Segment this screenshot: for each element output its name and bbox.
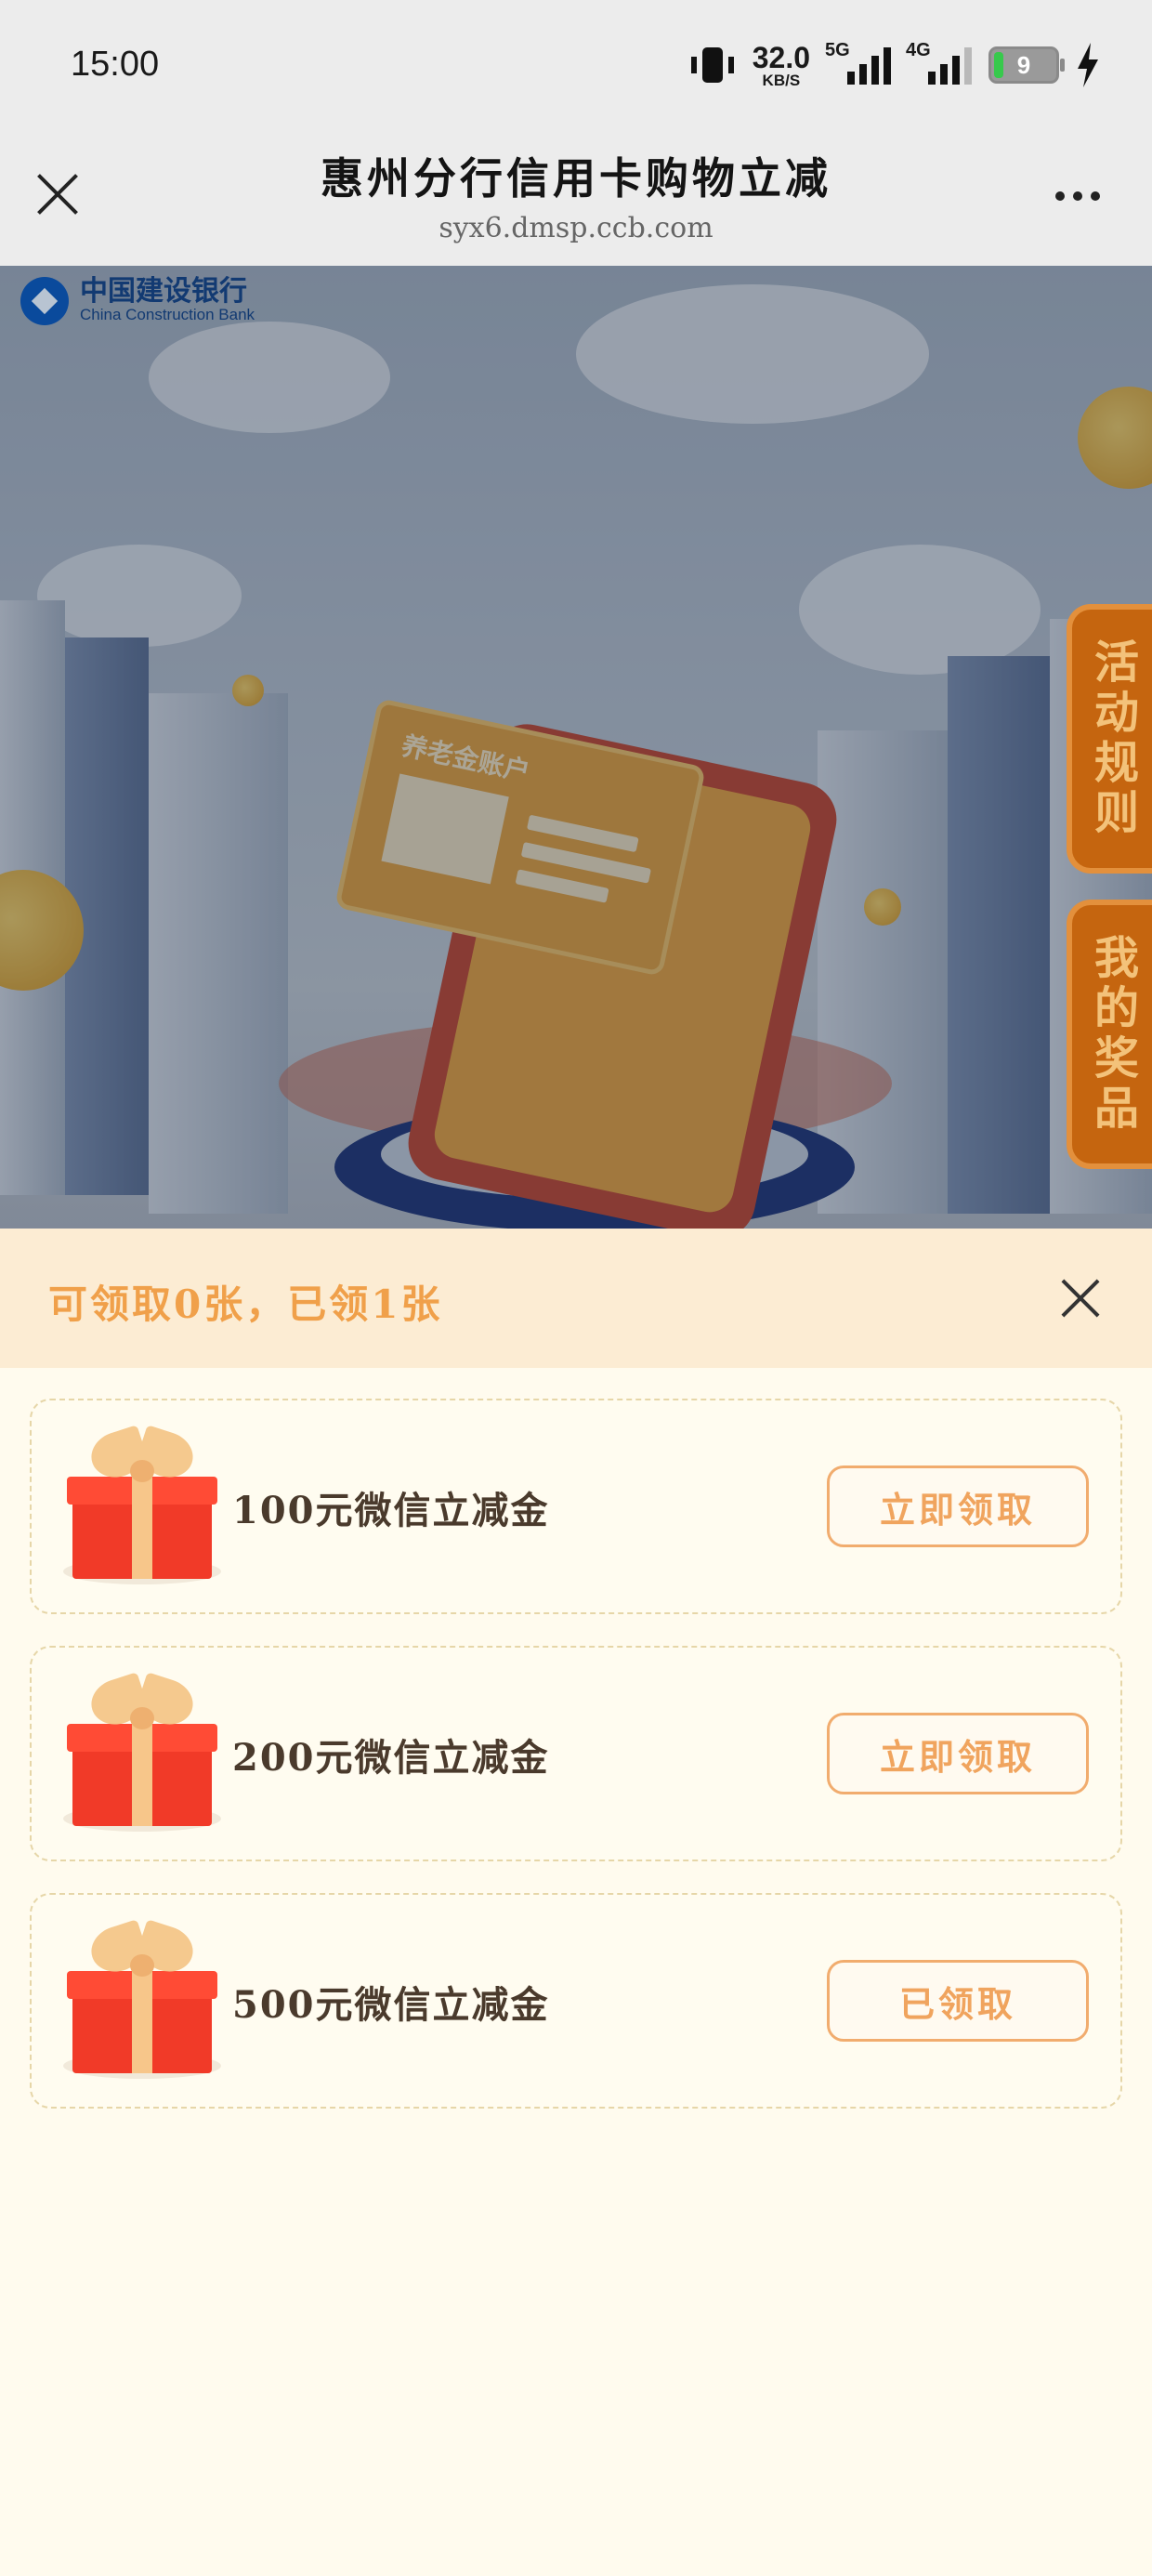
- ccb-logo-en: China Construction Bank: [80, 306, 255, 323]
- signal-5g-icon: 5G: [825, 40, 891, 85]
- page-url: syx6.dmsp.ccb.com: [439, 212, 713, 244]
- coupon-name: 500元微信立减金: [232, 1983, 550, 2027]
- signal-4g-label: 4G: [906, 40, 931, 60]
- browser-header: 惠州分行信用卡购物立减 syx6.dmsp.ccb.com: [0, 132, 1152, 266]
- network-speed: 32.0 KB/S: [753, 43, 810, 88]
- claim-status-text: 可领取0张，已领1张: [48, 1281, 443, 1327]
- claimed-button[interactable]: 已领取: [827, 1960, 1089, 2042]
- signal-4g-icon: 4G: [906, 40, 972, 85]
- gift-box-icon: [63, 1919, 221, 2081]
- activity-rules-tab[interactable]: 活动规则: [1067, 604, 1152, 874]
- activity-rules-label: 活动规则: [1086, 638, 1138, 839]
- coupon-name: 100元微信立减金: [232, 1489, 550, 1532]
- battery-icon: 9: [988, 46, 1065, 84]
- ccb-logo-icon: [20, 277, 69, 325]
- charging-icon: [1078, 43, 1098, 87]
- coupon-item: 200元微信立减金 立即领取: [30, 1646, 1122, 1861]
- promo-banner: 养老金账户 中国建设银行 China Construction Bank 活动规…: [0, 266, 1152, 1229]
- status-icons: 32.0 KB/S 5G 4G 9: [689, 37, 1100, 93]
- page-title: 惠州分行信用卡购物立减: [321, 153, 831, 204]
- ccb-logo: 中国建设银行 China Construction Bank: [20, 277, 255, 325]
- claim-status-bar: 可领取0张，已领1张: [0, 1229, 1152, 1368]
- my-prizes-label: 我的奖品: [1086, 934, 1138, 1135]
- my-prizes-tab[interactable]: 我的奖品: [1067, 900, 1152, 1169]
- ccb-logo-cn: 中国建设银行: [80, 275, 247, 308]
- coupon-list: 100元微信立减金 立即领取 200元微信立减金 立即领取 500元微信立减金 …: [30, 1399, 1122, 2140]
- battery-level: 9: [1016, 50, 1031, 79]
- gift-box-icon: [63, 1672, 221, 1833]
- vibrate-icon: [689, 42, 736, 88]
- network-speed-unit: KB/S: [762, 71, 801, 89]
- coupon-name: 200元微信立减金: [232, 1736, 550, 1780]
- gift-box-icon: [63, 1425, 221, 1586]
- close-icon[interactable]: [1061, 1279, 1100, 1318]
- claim-button[interactable]: 立即领取: [827, 1465, 1089, 1547]
- claim-button[interactable]: 立即领取: [827, 1713, 1089, 1794]
- status-time: 15:00: [71, 45, 160, 84]
- more-menu-icon[interactable]: [1055, 191, 1100, 201]
- coupon-item: 500元微信立减金 已领取: [30, 1893, 1122, 2109]
- coupon-item: 100元微信立减金 立即领取: [30, 1399, 1122, 1614]
- network-speed-value: 32.0: [752, 40, 810, 74]
- status-bar: 15:00 32.0 KB/S 5G 4G 9: [0, 0, 1152, 132]
- signal-5g-label: 5G: [825, 40, 850, 60]
